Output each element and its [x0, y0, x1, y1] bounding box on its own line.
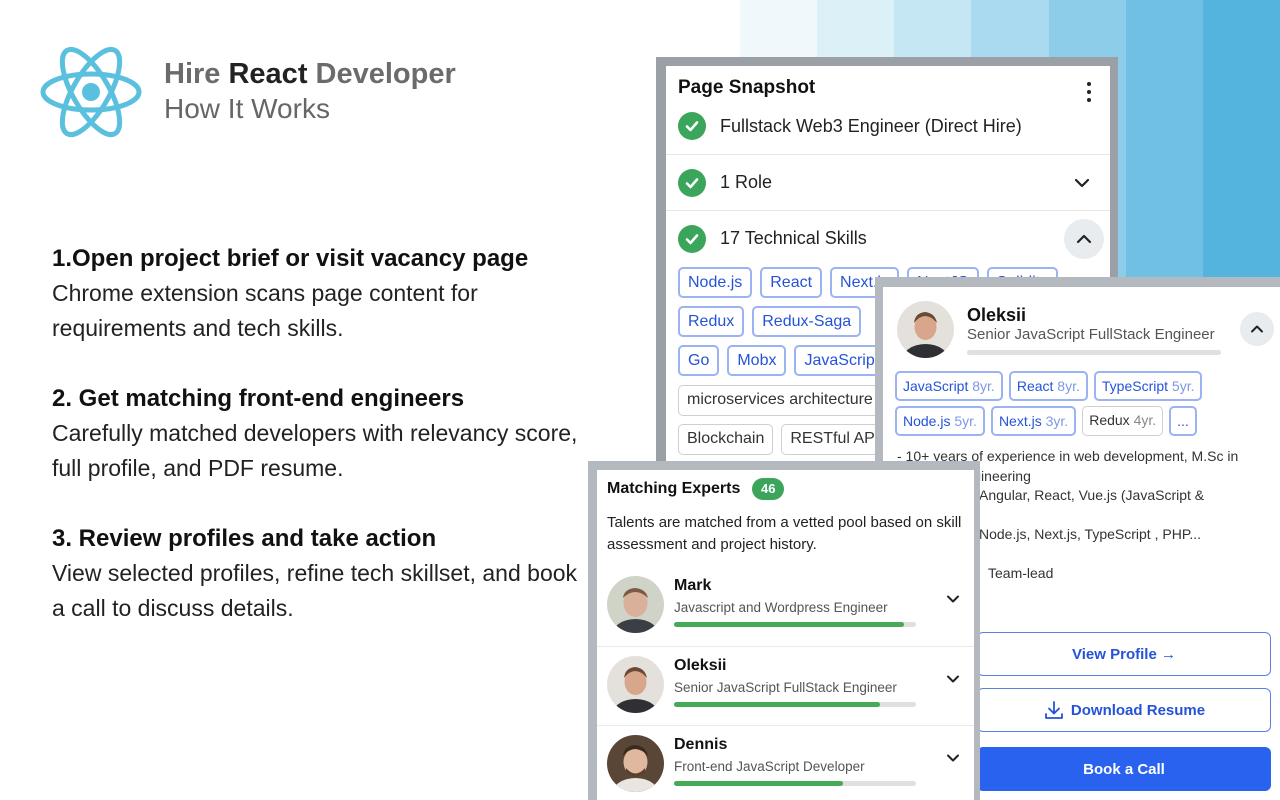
skill-name: Next.js [998, 413, 1042, 429]
chevron-up-icon [1076, 234, 1092, 244]
skill-years: 4yr. [1133, 412, 1157, 428]
step-body: View selected profiles, refine tech skil… [52, 560, 578, 621]
chevron-up-icon [1251, 325, 1263, 333]
skill-name: TypeScript [1101, 378, 1169, 394]
download-icon [1045, 701, 1063, 719]
chevron-down-icon[interactable] [945, 671, 961, 687]
step-item: 1.Open project brief or visit vacancy pa… [52, 242, 592, 346]
expert-role: Javascript and Wordpress Engineer [674, 600, 888, 615]
react-atom-icon [40, 46, 142, 138]
summary-line: Angular, React, Vue.js (JavaScript & [979, 487, 1205, 503]
skill-chip[interactable]: React [760, 267, 823, 298]
brand-subtitle: How It Works [164, 93, 330, 124]
brand-title-suffix: Developer [307, 58, 456, 90]
expert-role: Senior JavaScript FullStack Engineer [674, 680, 897, 695]
skill-years: 8yr. [972, 378, 995, 394]
expert-name: Mark [674, 577, 712, 594]
snapshot-row-skills[interactable]: 17 Technical Skills [666, 210, 1110, 266]
summary-line: Team-lead [988, 565, 1054, 581]
brand-title: Hire React Developer [164, 58, 456, 91]
skill-name: React [1016, 378, 1054, 394]
skill-chip[interactable]: Go [678, 345, 720, 376]
avatar [607, 735, 664, 792]
skill-chip[interactable]: Next.js 3yr. [990, 406, 1077, 436]
skill-chip[interactable]: RESTful API [781, 424, 889, 455]
snapshot-row-label: 1 Role [720, 172, 773, 192]
chevron-down-icon[interactable] [945, 591, 961, 607]
relevancy-bar [674, 702, 916, 707]
skill-chip[interactable]: Redux [678, 306, 745, 337]
skill-years: 5yr. [1171, 378, 1195, 394]
skill-years: 3yr. [1045, 413, 1069, 429]
download-resume-button[interactable]: Download Resume [977, 688, 1271, 732]
step-item: 2. Get matching front-end engineers Care… [52, 382, 592, 486]
summary-line: Node.js, Next.js, TypeScript , PHP... [979, 526, 1202, 542]
skill-chip[interactable]: Blockchain [678, 424, 774, 455]
relevancy-bar [674, 781, 916, 786]
collapse-button[interactable] [1240, 312, 1274, 346]
avatar [607, 656, 664, 713]
skill-chip[interactable]: React 8yr. [1008, 371, 1088, 401]
relevancy-fill [674, 702, 880, 707]
relevancy-bar [967, 350, 1221, 355]
book-call-button[interactable]: Book a Call [977, 747, 1271, 791]
expert-row[interactable]: Mark Javascript and Wordpress Engineer [597, 567, 974, 645]
expert-name: Dennis [674, 736, 728, 753]
stripe [1202, 0, 1280, 290]
download-resume-label: Download Resume [1070, 701, 1206, 719]
skill-name: Redux [1089, 412, 1130, 428]
skill-chip[interactable]: Redux-Saga [752, 306, 862, 337]
skill-chip[interactable]: Node.js 5yr. [895, 406, 985, 436]
skill-chip[interactable]: Redux 4yr. [1082, 406, 1164, 436]
avatar [897, 301, 954, 358]
skill-name: Node.js [903, 413, 951, 429]
step-title: 1.Open project brief or visit vacancy pa… [52, 245, 529, 272]
avatar [607, 576, 664, 633]
view-profile-button[interactable]: View Profile → [977, 632, 1271, 676]
snapshot-row-label: Fullstack Web3 Engineer (Direct Hire) [720, 115, 1022, 136]
profile-role: Senior JavaScript FullStack Engineer [967, 326, 1215, 343]
expert-row[interactable]: Dennis Front-end JavaScript Developer [597, 725, 974, 800]
relevancy-fill [674, 781, 844, 786]
check-icon [678, 168, 706, 197]
experts-description: Talents are matched from a vetted pool b… [607, 514, 962, 553]
stripe [1125, 0, 1203, 290]
step-body: Carefully matched developers with releva… [52, 420, 578, 481]
steps-list: 1.Open project brief or visit vacancy pa… [52, 242, 592, 662]
relevancy-bar [674, 622, 916, 627]
snapshot-row-label: 17 Technical Skills [720, 228, 867, 248]
relevancy-fill [674, 622, 904, 627]
expert-role: Front-end JavaScript Developer [674, 759, 865, 774]
step-title: 3. Review profiles and take action [52, 525, 437, 552]
brand-title-prefix: Hire [164, 58, 229, 90]
skill-years: 5yr. [954, 413, 977, 429]
chevron-down-icon[interactable] [1072, 173, 1092, 193]
check-icon [678, 224, 706, 253]
matching-experts-panel: Matching Experts 46 Talents are matched … [597, 470, 974, 800]
step-item: 3. Review profiles and take action View … [52, 522, 592, 626]
skill-name: JavaScript [903, 378, 969, 394]
brand-title-strong: React [228, 58, 308, 90]
check-icon [678, 112, 706, 140]
snapshot-row-job: Fullstack Web3 Engineer (Direct Hire) [666, 98, 1110, 154]
expert-row[interactable]: Oleksii Senior JavaScript FullStack Engi… [597, 646, 974, 724]
profile-skills: JavaScript 8yr. React 8yr. TypeScript 5y… [895, 371, 1203, 441]
skill-chip[interactable]: Node.js [678, 267, 753, 298]
experts-count-badge: 46 [752, 478, 785, 500]
profile-name: Oleksii [967, 305, 1027, 325]
more-skills-button[interactable]: ... [1169, 406, 1197, 436]
expert-name: Oleksii [674, 657, 727, 674]
skill-chip[interactable]: Mobx [727, 345, 787, 376]
collapse-button[interactable] [1064, 219, 1104, 259]
experts-title: Matching Experts [607, 480, 741, 497]
skill-years: 8yr. [1057, 378, 1080, 394]
skill-chip[interactable]: TypeScript 5yr. [1093, 371, 1203, 401]
snapshot-row-roles[interactable]: 1 Role [666, 154, 1110, 210]
skill-chip[interactable]: microservices architecture [678, 385, 882, 416]
snapshot-title: Page Snapshot [678, 77, 816, 98]
step-body: Chrome extension scans page content for … [52, 280, 478, 341]
skill-chip[interactable]: JavaScript 8yr. [895, 371, 1003, 401]
step-title: 2. Get matching front-end engineers [52, 385, 465, 412]
chevron-down-icon[interactable] [945, 750, 961, 766]
